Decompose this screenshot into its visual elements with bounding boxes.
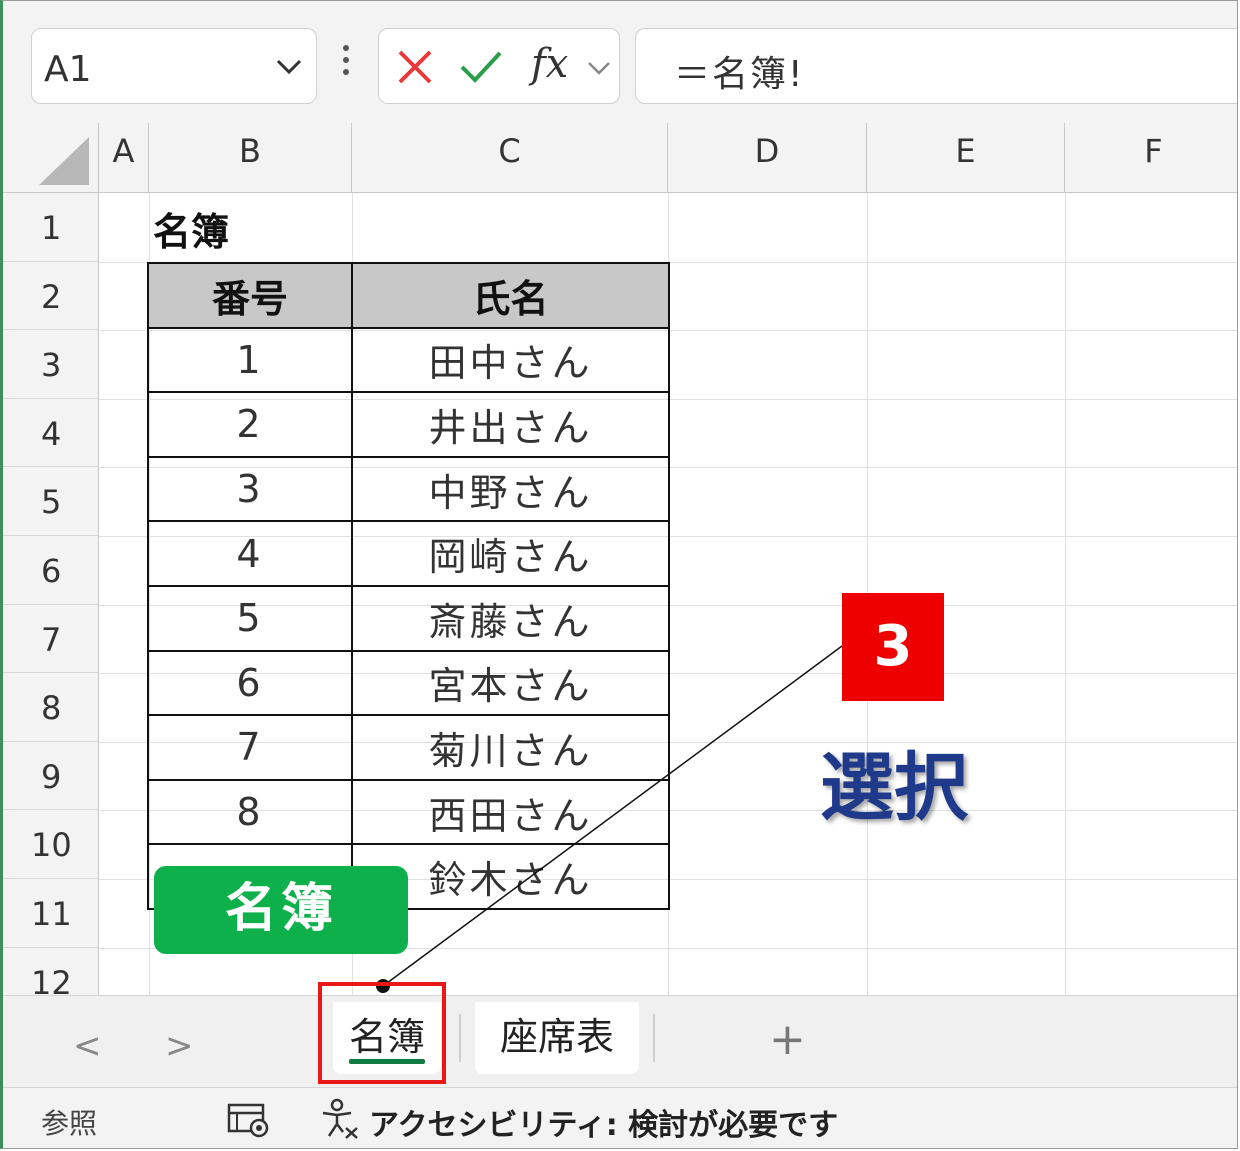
more-options-icon[interactable] (341, 45, 351, 85)
cancel-icon[interactable] (397, 49, 433, 85)
row-header-4[interactable]: 4 (3, 398, 99, 468)
row-header-9[interactable]: 9 (3, 741, 99, 811)
cell-number[interactable]: 1 (147, 326, 353, 394)
tab-divider (459, 1014, 461, 1062)
worksheet-grid[interactable]: A B C D E F 1 2 3 4 5 6 7 8 9 10 11 12 名 (3, 123, 1237, 995)
gridline (1065, 193, 1066, 995)
add-sheet-button[interactable]: + (769, 1014, 806, 1065)
column-header-c[interactable]: C (352, 123, 668, 193)
table-row: 1 田中さん (147, 326, 670, 394)
row-header-1[interactable]: 1 (3, 193, 99, 262)
sheet-title-cell[interactable]: 名簿 (153, 201, 229, 256)
cell-number[interactable]: 7 (147, 714, 353, 781)
cell-name[interactable]: 田中さん (351, 326, 670, 394)
table-row: 2 井出さん (147, 391, 670, 458)
formula-input[interactable]: ＝名簿! (635, 28, 1237, 104)
confirm-icon[interactable] (459, 49, 503, 85)
row-header-8[interactable]: 8 (3, 673, 99, 742)
table-row: 3 中野さん (147, 455, 670, 523)
action-label: 選択 (820, 745, 968, 831)
row-header-2[interactable]: 2 (3, 261, 99, 331)
formula-bar: A1 fx ＝名簿! (3, 1, 1237, 123)
row-header-12[interactable]: 12 (3, 947, 99, 995)
tab-seating-label: 座席表 (499, 1015, 614, 1059)
table-row: 5 斎藤さん (147, 584, 670, 652)
column-header-d[interactable]: D (668, 123, 867, 193)
header-cell-number[interactable]: 番号 (147, 262, 353, 329)
cell-mode-icon[interactable] (227, 1102, 271, 1142)
row-header-6[interactable]: 6 (3, 536, 99, 605)
cell-number[interactable]: 4 (147, 520, 353, 587)
cell-name[interactable]: 井出さん (351, 391, 670, 458)
header-cell-name[interactable]: 氏名 (351, 262, 670, 329)
cell-name[interactable]: 斎藤さん (351, 584, 670, 652)
row-header-7[interactable]: 7 (3, 604, 99, 674)
cell-name[interactable]: 菊川さん (351, 714, 670, 781)
cell-number[interactable]: 6 (147, 649, 353, 717)
cell-number[interactable]: 8 (147, 778, 353, 846)
table-header-row: 番号 氏名 (147, 262, 670, 329)
table-row: 6 宮本さん (147, 649, 670, 717)
column-header-b[interactable]: B (149, 123, 352, 193)
chevron-down-icon[interactable] (276, 55, 302, 81)
name-box-value: A1 (44, 49, 92, 90)
cell-name[interactable]: 宮本さん (351, 649, 670, 717)
cell-number[interactable]: 5 (147, 584, 353, 652)
table-row: 4 岡崎さん (147, 520, 670, 587)
formula-actions: fx (378, 28, 620, 104)
roster-table: 番号 氏名 1 田中さん 2 井出さん 3 中野さん 4 岡崎さん 5 斎藤さん (147, 262, 670, 910)
row-header-11[interactable]: 11 (3, 879, 99, 948)
row-header-10[interactable]: 10 (3, 810, 99, 879)
status-mode: 参照 (41, 1107, 98, 1140)
step-number-badge: 3 (842, 593, 944, 701)
previous-sheet-icon[interactable]: < (73, 1026, 102, 1066)
highlight-frame (318, 982, 446, 1084)
sheet-tab-bar: < > 名簿 座席表 + (3, 995, 1237, 1088)
row-header-3[interactable]: 3 (3, 330, 99, 399)
spreadsheet-window: A1 fx ＝名簿! A B C D E F 1 2 3 4 5 6 7 8 9… (0, 0, 1238, 1149)
insert-function-icon[interactable]: fx (531, 41, 568, 87)
formula-text: ＝名簿! (674, 54, 805, 95)
chevron-down-icon[interactable] (587, 59, 611, 77)
sheet-name-callout: 名簿 (154, 866, 408, 954)
select-all-corner[interactable] (3, 123, 99, 193)
column-header-e[interactable]: E (867, 123, 1065, 193)
column-header-a[interactable]: A (99, 123, 149, 193)
accessibility-status[interactable]: アクセシビリティ: 検討が必要です (369, 1100, 838, 1144)
column-header-f[interactable]: F (1065, 123, 1237, 193)
row-header-5[interactable]: 5 (3, 467, 99, 536)
cell-number[interactable]: 2 (147, 391, 353, 458)
cell-name[interactable]: 岡崎さん (351, 520, 670, 587)
tab-seating[interactable]: 座席表 (475, 1002, 639, 1074)
table-row: 8 西田さん (147, 778, 670, 846)
cell-number[interactable]: 3 (147, 455, 353, 523)
cell-name[interactable]: 西田さん (351, 778, 670, 846)
next-sheet-icon[interactable]: > (165, 1026, 194, 1066)
tab-divider (653, 1014, 655, 1062)
table-row: 7 菊川さん (147, 714, 670, 781)
name-box[interactable]: A1 (31, 28, 317, 104)
accessibility-icon[interactable] (319, 1098, 361, 1144)
cell-name[interactable]: 中野さん (351, 455, 670, 523)
status-bar: 参照 アクセシビリティ: 検討が必要です (3, 1087, 1237, 1148)
